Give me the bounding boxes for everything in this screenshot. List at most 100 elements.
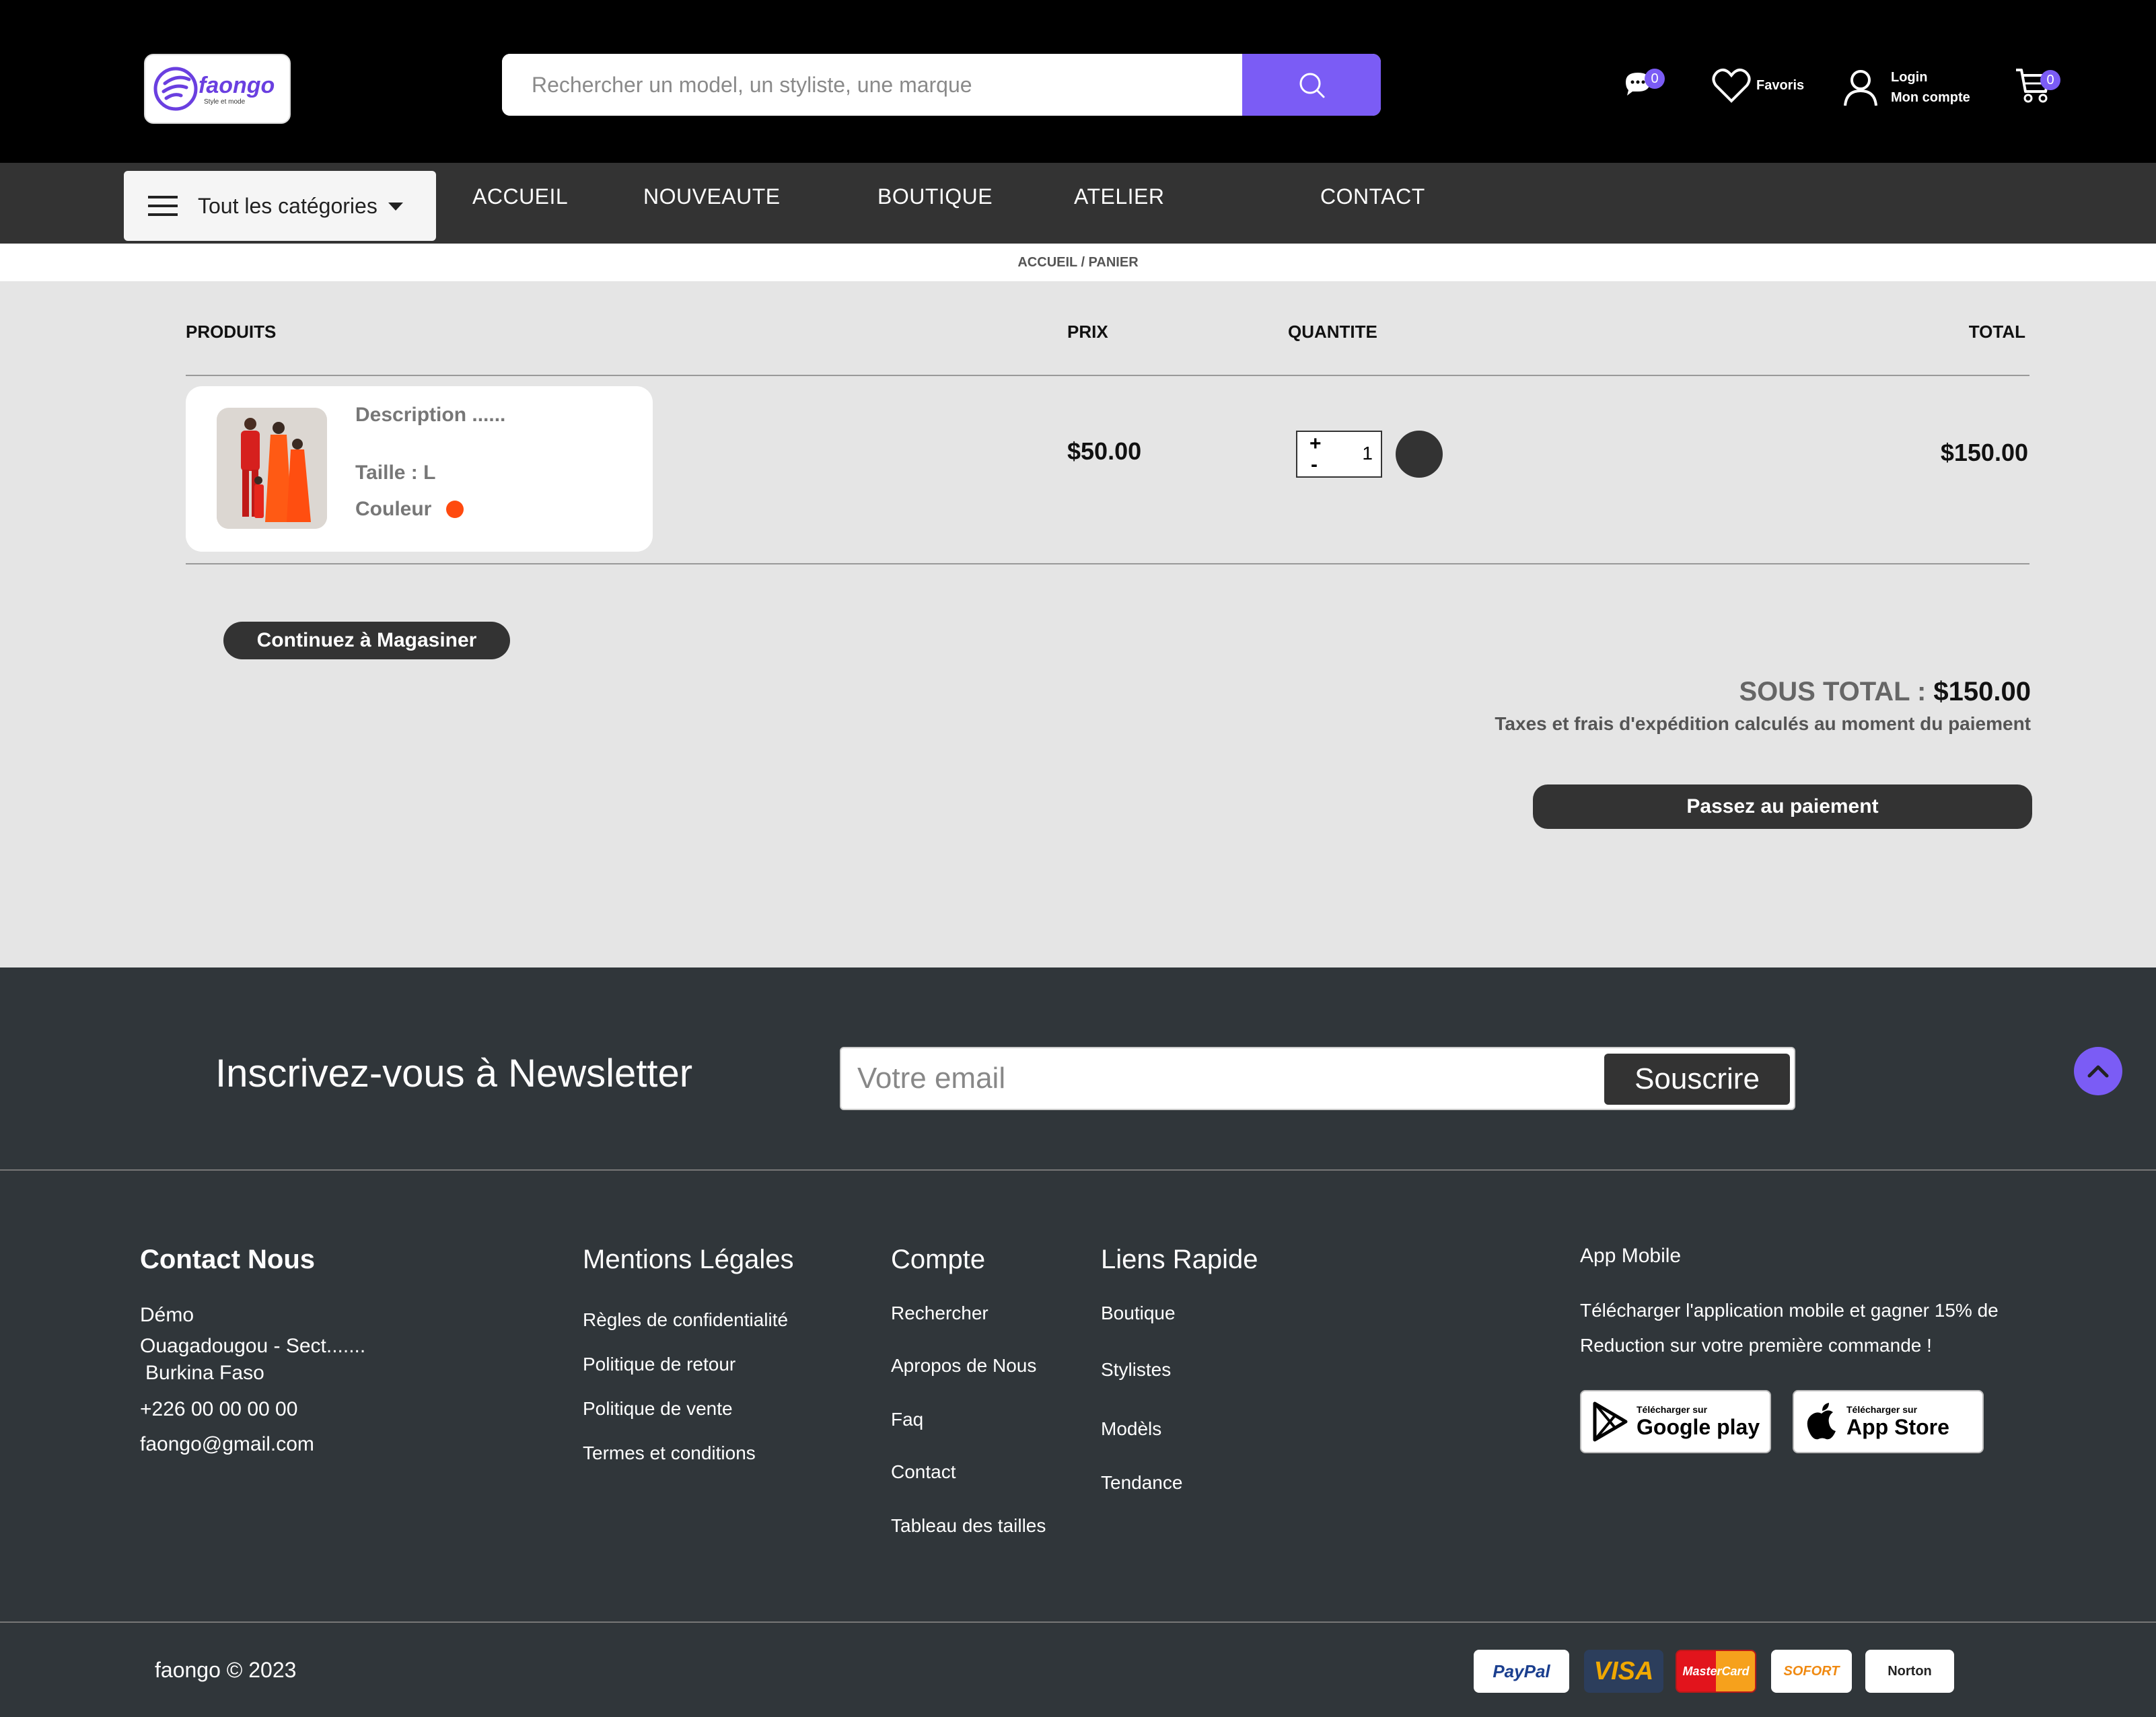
user-icon xyxy=(1844,70,1877,106)
messages-button[interactable]: 0 xyxy=(1623,69,1665,97)
account-title: Compte xyxy=(891,1245,986,1274)
app-description: Télécharger l'application mobile et gagn… xyxy=(1580,1300,1999,1356)
account-link[interactable]: Faq xyxy=(891,1409,923,1430)
contact-line: Ouagadougou - Sect....... xyxy=(140,1335,366,1357)
subtotal-label: SOUS TOTAL : xyxy=(1739,677,1934,706)
newsletter-email-input[interactable] xyxy=(857,1048,1584,1109)
logo-text: faongo xyxy=(199,73,275,98)
quantity-decrease-button[interactable]: - xyxy=(1311,455,1318,475)
account-link[interactable]: Contact xyxy=(891,1461,956,1483)
nav-accueil[interactable]: ACCUEIL xyxy=(472,184,568,209)
logo-tagline: Style et mode xyxy=(204,98,246,106)
newsletter-title: Inscrivez-vous à Newsletter xyxy=(215,1052,693,1095)
legal-link[interactable]: Politique de retour xyxy=(583,1354,735,1375)
quantity-increase-button[interactable]: + xyxy=(1309,432,1322,456)
quick-link[interactable]: Modèls xyxy=(1101,1418,1161,1440)
quick-link[interactable]: Boutique xyxy=(1101,1303,1176,1324)
logo[interactable]: faongo Style et mode xyxy=(144,54,291,124)
item-price: $50.00 xyxy=(1067,437,1142,465)
product-image[interactable] xyxy=(217,408,327,529)
sofort-logo: SOFORT xyxy=(1771,1650,1852,1693)
contact-email[interactable]: faongo@gmail.com xyxy=(140,1433,314,1456)
quick-link[interactable]: Tendance xyxy=(1101,1472,1182,1494)
norton-logo: Norton xyxy=(1865,1650,1954,1693)
product-description[interactable]: Description ...... xyxy=(355,404,505,427)
quick-link[interactable]: Stylistes xyxy=(1101,1359,1171,1381)
remove-item-button[interactable] xyxy=(1396,431,1443,478)
messages-count-badge: 0 xyxy=(1645,69,1665,89)
apple-icon xyxy=(1807,1403,1836,1440)
quick-links-title: Liens Rapide xyxy=(1101,1245,1258,1274)
subscribe-button[interactable]: Souscrire xyxy=(1604,1054,1790,1105)
app-store-button[interactable]: Télécharger sur App Store xyxy=(1793,1390,1984,1453)
cart-item: Description ...... Taille : L Couleur xyxy=(186,386,653,552)
account-button[interactable]: Login Mon compte xyxy=(1842,67,1970,108)
app-title: App Mobile xyxy=(1580,1245,1682,1267)
nav-boutique[interactable]: BOUTIQUE xyxy=(877,184,993,209)
chevron-up-icon xyxy=(2087,1065,2109,1078)
visa-logo: VISA xyxy=(1584,1650,1663,1693)
account-link[interactable]: Apropos de Nous xyxy=(891,1355,1036,1377)
subtotal: SOUS TOTAL : $150.00 xyxy=(1739,677,2032,707)
cart-button[interactable]: 0 xyxy=(2015,66,2060,104)
contact-line: Burkina Faso xyxy=(145,1362,264,1384)
main-nav: Tout les catégories ACCUEIL NOUVEAUTE BO… xyxy=(0,163,2156,244)
contact-line: Démo xyxy=(140,1304,194,1326)
caret-down-icon xyxy=(388,203,403,211)
legal-link[interactable]: Politique de vente xyxy=(583,1398,733,1420)
continue-shopping-button[interactable]: Continuez à Magasiner xyxy=(223,622,510,659)
categories-dropdown[interactable]: Tout les catégories xyxy=(124,171,436,241)
header-total: TOTAL xyxy=(1968,322,2025,342)
subtotal-value: $150.00 xyxy=(1933,677,2031,706)
nav-nouveaute[interactable]: NOUVEAUTE xyxy=(643,184,781,209)
breadcrumb-text[interactable]: ACCUEIL / PANIER xyxy=(1017,255,1138,270)
quantity-stepper: + - 1 xyxy=(1296,431,1382,478)
search-bar xyxy=(502,54,1381,116)
nav-contact[interactable]: CONTACT xyxy=(1320,184,1425,209)
contact-phone[interactable]: +226 00 00 00 00 xyxy=(140,1398,297,1421)
legal-title: Mentions Légales xyxy=(583,1245,794,1274)
paypal-logo: PayPal xyxy=(1474,1650,1569,1693)
google-play-icon xyxy=(1593,1401,1628,1442)
account-link[interactable]: Rechercher xyxy=(891,1303,989,1324)
legal-link[interactable]: Règles de confidentialité xyxy=(583,1309,788,1331)
google-play-label: Google play xyxy=(1637,1414,1760,1439)
google-play-button[interactable]: Télécharger sur Google play xyxy=(1580,1390,1771,1453)
product-color: Couleur xyxy=(355,498,464,521)
footer-divider xyxy=(0,1621,2156,1623)
app-store-label: App Store xyxy=(1846,1414,1949,1439)
header-price: PRIX xyxy=(1067,322,1108,342)
heart-icon xyxy=(1712,68,1751,103)
top-header: faongo Style et mode 0 Favoris xyxy=(0,0,2156,163)
logo-mark: faongo Style et mode xyxy=(153,67,275,111)
search-input[interactable] xyxy=(502,54,1242,116)
color-swatch xyxy=(446,501,464,518)
categories-label: Tout les catégories xyxy=(198,193,378,218)
account-link[interactable]: Tableau des tailles xyxy=(891,1515,1046,1537)
search-icon xyxy=(1299,73,1325,98)
divider xyxy=(186,563,2029,564)
scroll-to-top-button[interactable] xyxy=(2074,1047,2122,1095)
newsletter-form: Souscrire xyxy=(840,1047,1795,1110)
tax-note: Taxes et frais d'expédition calculés au … xyxy=(1495,713,2031,734)
contact-title: Contact Nous xyxy=(140,1245,315,1274)
login-label: Login xyxy=(1891,70,1928,85)
product-size: Taille : L xyxy=(355,462,436,484)
nav-atelier[interactable]: ATELIER xyxy=(1074,184,1165,209)
footer-divider xyxy=(0,1169,2156,1171)
account-label: Mon compte xyxy=(1891,90,1970,105)
search-button[interactable] xyxy=(1242,54,1381,116)
item-total: $150.00 xyxy=(1940,439,2028,466)
color-label: Couleur xyxy=(355,498,432,520)
google-play-small: Télécharger sur xyxy=(1637,1403,1708,1415)
checkout-button[interactable]: Passez au paiement xyxy=(1533,784,2032,829)
menu-icon xyxy=(148,196,178,216)
favorites-button[interactable]: Favoris xyxy=(1712,67,1804,104)
breadcrumb: ACCUEIL / PANIER xyxy=(0,244,2156,281)
legal-link[interactable]: Termes et conditions xyxy=(583,1442,756,1464)
favorites-label: Favoris xyxy=(1756,78,1805,93)
copyright: faongo © 2023 xyxy=(155,1658,297,1682)
app-store-small: Télécharger sur xyxy=(1846,1403,1918,1415)
quantity-value[interactable]: 1 xyxy=(1362,443,1373,464)
footer: Inscrivez-vous à Newsletter Souscrire Co… xyxy=(0,967,2156,1717)
